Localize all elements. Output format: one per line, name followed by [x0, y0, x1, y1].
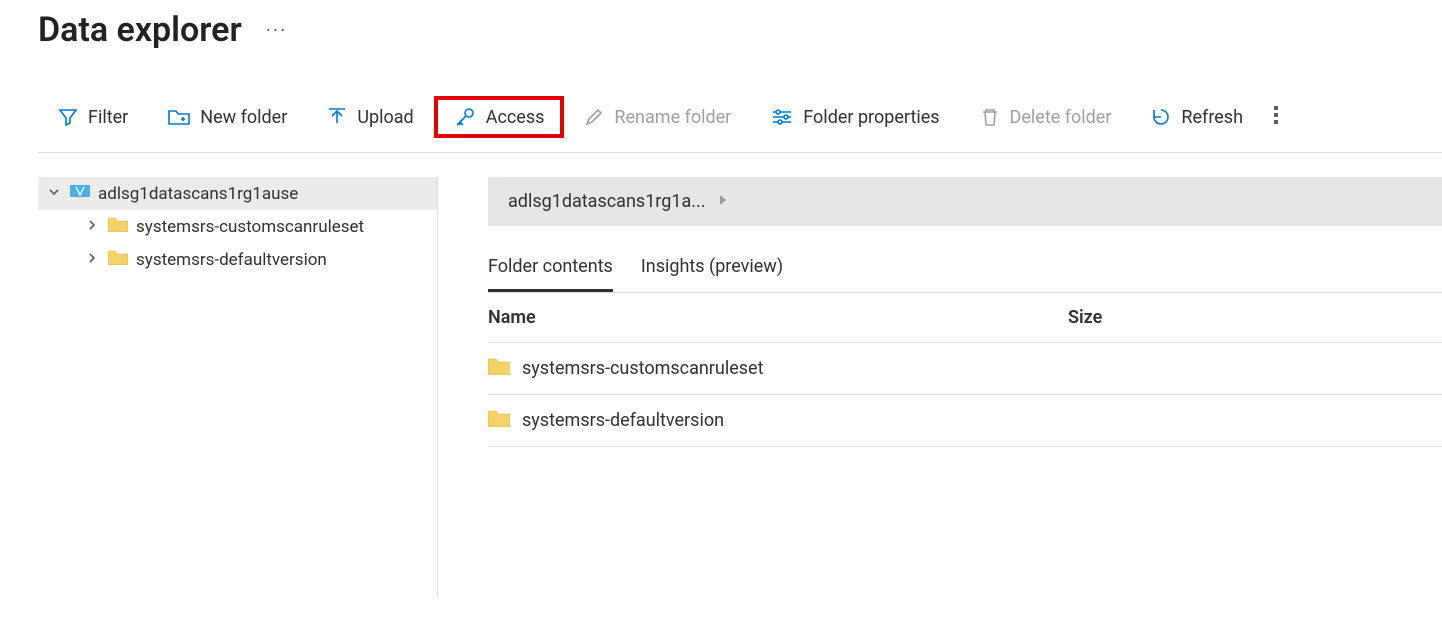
breadcrumb: adlsg1datascans1rg1a...: [488, 177, 1442, 226]
new-folder-label: New folder: [200, 107, 287, 128]
main-pane: adlsg1datascans1rg1a... Folder contents …: [438, 177, 1442, 597]
tabs: Folder contents Insights (preview): [488, 246, 1442, 293]
tab-label: Folder contents: [488, 256, 613, 277]
tab-insights[interactable]: Insights (preview): [641, 246, 783, 292]
folder-icon: [488, 409, 510, 432]
storage-icon: [70, 183, 90, 204]
new-folder-button[interactable]: New folder: [148, 97, 307, 138]
delete-folder-button: Delete folder: [960, 97, 1132, 138]
trash-icon: [980, 107, 1000, 127]
delete-folder-label: Delete folder: [1010, 107, 1112, 128]
chevron-right-icon: [86, 252, 100, 268]
tree-root-label: adlsg1datascans1rg1ause: [98, 184, 298, 204]
row-name-text: systemsrs-defaultversion: [522, 410, 724, 431]
tree-item-label: systemsrs-customscanruleset: [136, 217, 364, 237]
row-name-cell: systemsrs-defaultversion: [488, 409, 1068, 432]
rename-folder-button: Rename folder: [564, 97, 751, 138]
more-actions-icon[interactable]: ···: [266, 18, 288, 42]
content-area: adlsg1datascans1rg1ause systemsrs-custom…: [38, 177, 1442, 597]
tree-pane: adlsg1datascans1rg1ause systemsrs-custom…: [38, 177, 438, 597]
refresh-label: Refresh: [1181, 107, 1243, 128]
table-row[interactable]: systemsrs-defaultversion: [488, 395, 1442, 447]
upload-button[interactable]: Upload: [307, 97, 433, 138]
page-header: Data explorer ···: [38, 0, 1442, 50]
table-header: Name Size: [488, 293, 1442, 343]
folder-properties-button[interactable]: Folder properties: [751, 97, 959, 138]
overflow-button[interactable]: [1269, 98, 1283, 136]
upload-label: Upload: [357, 107, 413, 128]
toolbar: Filter New folder Upload Access Rename f: [38, 96, 1442, 153]
refresh-button[interactable]: Refresh: [1131, 97, 1263, 138]
key-icon: [454, 106, 476, 128]
row-name-text: systemsrs-customscanruleset: [522, 358, 763, 379]
rename-folder-label: Rename folder: [614, 107, 731, 128]
tab-label: Insights (preview): [641, 256, 783, 277]
access-label: Access: [486, 107, 545, 128]
tree-item-label: systemsrs-defaultversion: [136, 250, 327, 270]
vertical-dots-icon: [1273, 104, 1279, 126]
folder-icon: [108, 249, 128, 270]
new-folder-icon: [168, 107, 190, 127]
refresh-icon: [1151, 107, 1171, 127]
folder-properties-label: Folder properties: [803, 107, 939, 128]
breadcrumb-item[interactable]: adlsg1datascans1rg1a...: [508, 191, 706, 212]
folder-icon: [108, 216, 128, 237]
tab-folder-contents[interactable]: Folder contents: [488, 246, 613, 292]
page: Data explorer ··· Filter New folder Uplo…: [0, 0, 1442, 597]
filter-button[interactable]: Filter: [38, 97, 148, 138]
tree-root[interactable]: adlsg1datascans1rg1ause: [38, 177, 437, 210]
pencil-icon: [584, 107, 604, 127]
tree-item-1[interactable]: systemsrs-defaultversion: [38, 243, 437, 276]
chevron-right-icon: [718, 194, 728, 210]
filter-icon: [58, 107, 78, 127]
upload-icon: [327, 107, 347, 127]
table-row[interactable]: systemsrs-customscanruleset: [488, 343, 1442, 395]
column-name[interactable]: Name: [488, 307, 1068, 328]
filter-label: Filter: [88, 107, 128, 128]
page-title: Data explorer: [38, 10, 242, 50]
column-size[interactable]: Size: [1068, 307, 1442, 328]
row-name-cell: systemsrs-customscanruleset: [488, 357, 1068, 380]
access-button[interactable]: Access: [434, 96, 565, 138]
folder-icon: [488, 357, 510, 380]
settings-icon: [771, 107, 793, 127]
chevron-right-icon: [86, 219, 100, 235]
chevron-down-icon: [48, 186, 62, 202]
tree-item-0[interactable]: systemsrs-customscanruleset: [38, 210, 437, 243]
